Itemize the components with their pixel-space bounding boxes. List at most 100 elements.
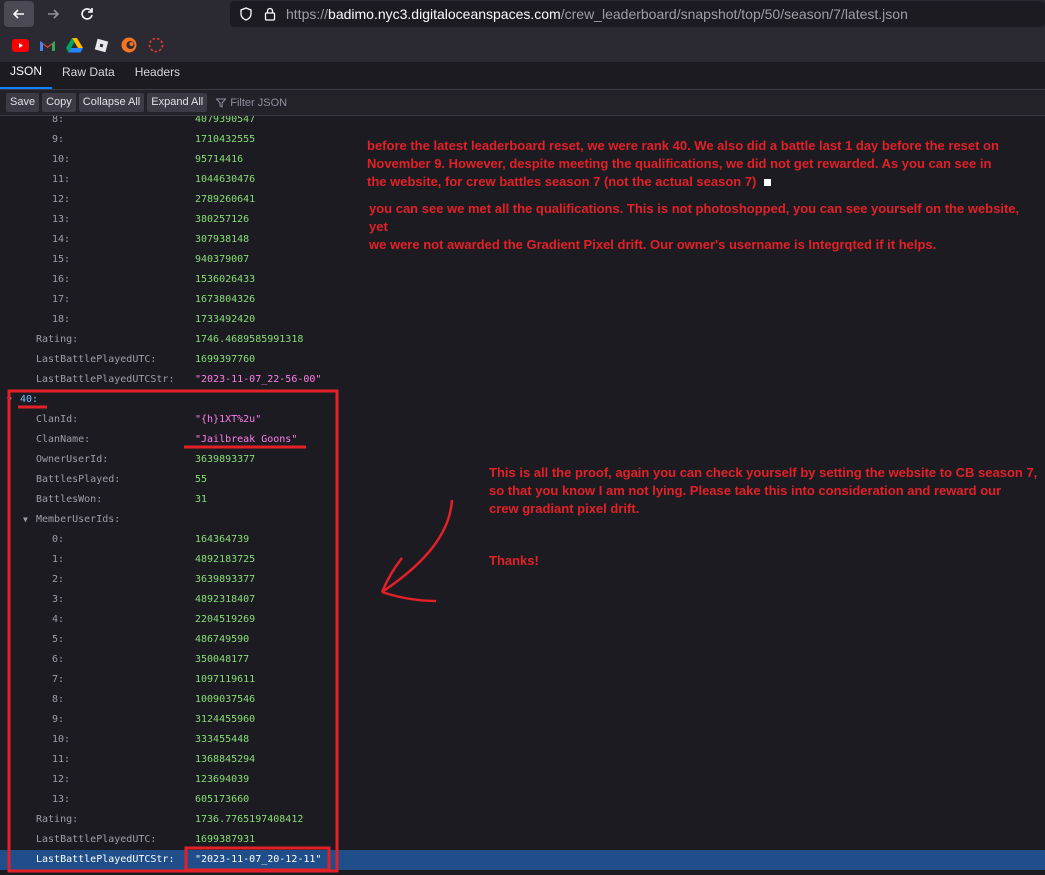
json-key: BattlesPlayed: — [36, 474, 121, 485]
json-value: 1699397760 — [195, 354, 256, 365]
tab-raw-data[interactable]: Raw Data — [52, 61, 125, 89]
filter-json-input[interactable]: Filter JSON — [216, 97, 287, 109]
json-value: 3124455960 — [195, 714, 256, 725]
json-value: 55 — [195, 474, 208, 485]
json-row[interactable]: 6: 350048177 — [0, 650, 1045, 670]
json-value: "Jailbreak Goons" — [195, 434, 298, 445]
json-row[interactable]: 3: 4892318407 — [0, 590, 1045, 610]
annotation-middle-line: we were not awarded the Gradient Pixel d… — [369, 237, 937, 252]
json-value: 1733492420 — [195, 314, 256, 325]
url-scheme: https:// — [286, 6, 329, 22]
json-row[interactable]: LastBattlePlayedUTCStr: "2023-11-07_20-12… — [0, 850, 1045, 870]
url-host: badimo.nyc3.digitaloceanspaces.com — [328, 6, 561, 22]
expand-all-button[interactable]: Expand All — [147, 93, 208, 112]
json-row[interactable]: 8: 1009037546 — [0, 690, 1045, 710]
roblox-icon[interactable] — [93, 37, 110, 54]
json-key: ClanName: — [36, 434, 91, 445]
json-row[interactable]: 16: 1536026433 — [0, 270, 1045, 290]
annotation-proof-line: so that you know I am not lying. Please … — [489, 483, 1002, 498]
forward-button[interactable] — [38, 1, 68, 27]
json-key: 13: — [52, 794, 71, 805]
json-row[interactable]: 8: 4079390547 — [0, 116, 1045, 130]
json-row[interactable]: 0: 164364739 — [0, 530, 1045, 550]
json-row[interactable]: LastBattlePlayedUTCStr: "2023-11-07_22-56… — [0, 370, 1045, 390]
tab-headers[interactable]: Headers — [125, 61, 190, 89]
annotation-top-line: the website, for crew battles season 7 (… — [367, 173, 1027, 191]
json-row[interactable]: 11: 1368845294 — [0, 750, 1045, 770]
json-value: 3639893377 — [195, 454, 256, 465]
json-value: 4892318407 — [195, 594, 256, 605]
reload-icon — [81, 8, 93, 20]
annotation-middle-line: you can see we met all the qualification… — [369, 201, 1020, 234]
json-key: MemberUserIds: — [36, 514, 121, 525]
google-drive-icon[interactable] — [66, 37, 83, 54]
json-value: 1097119611 — [195, 674, 256, 685]
json-value: 380257126 — [195, 214, 250, 225]
youtube-icon[interactable] — [12, 37, 29, 54]
json-row[interactable]: LastBattlePlayedUTC: 1699387931 — [0, 830, 1045, 850]
crunchyroll-icon[interactable] — [120, 37, 137, 54]
json-row[interactable]: 18: 1733492420 — [0, 310, 1045, 330]
json-key: 6: — [52, 654, 65, 665]
json-value: 1044630476 — [195, 174, 256, 185]
json-key: 15: — [52, 254, 71, 265]
gmail-icon[interactable] — [39, 37, 56, 54]
json-row[interactable]: 2: 3639893377 — [0, 570, 1045, 590]
save-button[interactable]: Save — [6, 93, 40, 112]
json-row[interactable]: ClanName: "Jailbreak Goons" — [0, 430, 1045, 450]
json-row[interactable]: 7: 1097119611 — [0, 670, 1045, 690]
cursor-marker — [764, 179, 772, 187]
json-row[interactable]: Rating: 1736.7765197408412 — [0, 810, 1045, 830]
json-key: 11: — [52, 174, 71, 185]
url-path: /crew_leaderboard/snapshot/top/50/season… — [560, 6, 908, 22]
json-row[interactable]: LastBattlePlayedUTC: 1699397760 — [0, 350, 1045, 370]
json-key: 13: — [52, 214, 71, 225]
json-key: 8: — [52, 694, 65, 705]
collapse-all-button[interactable]: Collapse All — [78, 93, 145, 112]
json-key: 17: — [52, 294, 71, 305]
expand-toggle-icon[interactable]: ▼ — [23, 510, 28, 530]
annotation-middle: you can see we met all the qualification… — [369, 200, 1039, 254]
json-row[interactable]: ClanId: "{h}1XT%2u" — [0, 410, 1045, 430]
reload-button[interactable] — [72, 1, 102, 27]
json-key: 11: — [52, 754, 71, 765]
json-key: LastBattlePlayedUTCStr: — [36, 854, 175, 865]
json-row[interactable]: 12: 123694039 — [0, 770, 1045, 790]
expand-toggle-icon[interactable]: ▼ — [7, 390, 12, 410]
json-key: 5: — [52, 634, 65, 645]
json-row[interactable]: 5: 486749590 — [0, 630, 1045, 650]
annotation-thanks: Thanks! — [489, 553, 539, 568]
json-key: 2: — [52, 574, 65, 585]
address-bar[interactable]: https://badimo.nyc3.digitaloceanspaces.c… — [230, 1, 1045, 27]
shield-icon[interactable] — [238, 6, 254, 22]
lock-icon[interactable] — [262, 6, 278, 22]
json-key: Rating: — [36, 334, 79, 345]
json-value: 4892183725 — [195, 554, 256, 565]
json-key: LastBattlePlayedUTCStr: — [36, 374, 175, 385]
json-value: 307938148 — [195, 234, 250, 245]
json-key: BattlesWon: — [36, 494, 103, 505]
copy-button[interactable]: Copy — [42, 93, 76, 112]
json-key: 8: — [52, 116, 65, 125]
json-row[interactable]: Rating: 1746.4689585991318 — [0, 330, 1045, 350]
filter-placeholder: Filter JSON — [230, 96, 288, 109]
json-value: 350048177 — [195, 654, 250, 665]
json-key: LastBattlePlayedUTC: — [36, 834, 157, 845]
tab-json[interactable]: JSON — [0, 61, 53, 89]
annotation-top-line: before the latest leaderboard reset, we … — [367, 138, 999, 153]
json-row[interactable]: 13: 605173660 — [0, 790, 1045, 810]
json-value: 1536026433 — [195, 274, 256, 285]
json-row[interactable]: ▼ 40: — [0, 390, 1045, 410]
annotation-proof-line: crew gradiant pixel drift. — [489, 501, 640, 516]
json-key: 18: — [52, 314, 71, 325]
json-row[interactable]: 9: 3124455960 — [0, 710, 1045, 730]
back-button[interactable] — [4, 1, 34, 27]
json-row[interactable]: 4: 2204519269 — [0, 610, 1045, 630]
json-toolbar: Save Copy Collapse All Expand All Filter… — [0, 90, 1045, 116]
loading-icon[interactable] — [147, 37, 164, 54]
json-row[interactable]: 17: 1673804326 — [0, 290, 1045, 310]
json-value: "2023-11-07_22-56-00" — [195, 374, 322, 385]
annotation-top: before the latest leaderboard reset, we … — [367, 137, 1027, 191]
json-key: 12: — [52, 194, 71, 205]
json-row[interactable]: 10: 333455448 — [0, 730, 1045, 750]
